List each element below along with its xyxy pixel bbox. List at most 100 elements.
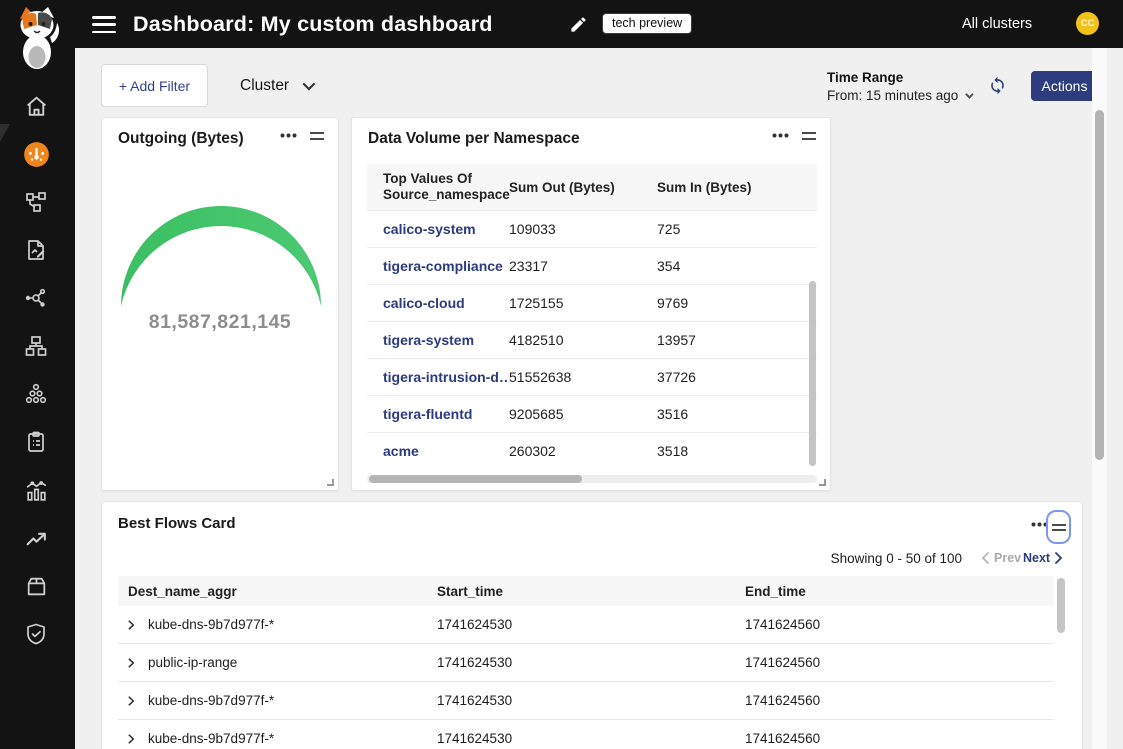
row-expand-chevron-icon[interactable] bbox=[124, 618, 138, 632]
sidebar-nav bbox=[0, 0, 75, 749]
sidebar-item-graph-nodes-icon[interactable] bbox=[20, 282, 52, 314]
chevron-down-icon bbox=[303, 78, 316, 91]
cluster-filter-dropdown[interactable]: Cluster bbox=[240, 64, 312, 107]
prev-chevron-icon bbox=[981, 552, 989, 564]
row-expand-chevron-icon[interactable] bbox=[124, 694, 138, 708]
namespace-link[interactable]: acme bbox=[367, 443, 509, 459]
table-row[interactable]: tigera-intrusion-d… 51552638 37726 bbox=[367, 358, 817, 395]
card-drag-handle-icon[interactable] bbox=[802, 132, 816, 140]
namespace-link[interactable]: tigera-compliance bbox=[367, 258, 509, 274]
dest-name: kube-dns-9b7d977f-* bbox=[148, 731, 274, 746]
time-range: Time Range From: 15 minutes ago bbox=[827, 70, 971, 103]
card-menu-icon[interactable] bbox=[280, 133, 297, 138]
sum-out-value: 1725155 bbox=[509, 295, 657, 311]
sidebar-item-topology-icon[interactable] bbox=[20, 186, 52, 218]
sidebar-item-cluster-nodes-icon[interactable] bbox=[20, 378, 52, 410]
row-expand-chevron-icon[interactable] bbox=[124, 656, 138, 670]
sum-in-value: 354 bbox=[657, 258, 817, 274]
time-range-value: From: 15 minutes ago bbox=[827, 88, 958, 103]
table-row[interactable]: tigera-fluentd 9205685 3516 bbox=[367, 395, 817, 432]
add-filter-button[interactable]: + Add Filter bbox=[101, 64, 208, 107]
row-expand-chevron-icon[interactable] bbox=[124, 732, 138, 746]
page-title: Dashboard: My custom dashboard bbox=[133, 0, 493, 48]
data-volume-table: Top Values Of Source_namespace Sum Out (… bbox=[367, 164, 817, 469]
data-volume-card: Data Volume per Namespace Top Values Of … bbox=[351, 117, 831, 491]
avatar[interactable]: CC bbox=[1076, 12, 1099, 35]
sum-out-value: 260302 bbox=[509, 443, 657, 459]
sidebar-item-bar-chart-icon[interactable] bbox=[20, 474, 52, 506]
column-header: Start_time bbox=[437, 584, 745, 599]
vertical-scrollbar-thumb[interactable] bbox=[1057, 578, 1065, 633]
pagination-next-button[interactable]: Next bbox=[1023, 551, 1063, 565]
table-row[interactable]: tigera-compliance 23317 354 bbox=[367, 247, 817, 284]
next-chevron-icon bbox=[1055, 552, 1063, 564]
prev-label: Prev bbox=[994, 551, 1021, 565]
calico-dashboard-screen: Dashboard: My custom dashboard tech prev… bbox=[0, 0, 1123, 749]
dest-name: public-ip-range bbox=[148, 655, 237, 670]
table-header-row: Top Values Of Source_namespace Sum Out (… bbox=[367, 164, 817, 210]
vertical-scrollbar-thumb[interactable] bbox=[809, 281, 816, 466]
table-row[interactable]: acme 260302 3518 bbox=[367, 432, 817, 469]
sidebar-item-clipboard-icon[interactable] bbox=[20, 426, 52, 458]
card-drag-handle-icon[interactable] bbox=[1046, 510, 1071, 544]
namespace-link[interactable]: tigera-system bbox=[367, 332, 509, 348]
table-row[interactable]: public-ip-range 1741624530 1741624560 bbox=[118, 644, 1054, 682]
cluster-filter-label: Cluster bbox=[240, 77, 289, 95]
start-time: 1741624530 bbox=[437, 693, 745, 708]
sum-in-value: 13957 bbox=[657, 332, 817, 348]
horizontal-scrollbar bbox=[367, 475, 817, 483]
hamburger-menu-icon[interactable] bbox=[92, 16, 116, 33]
sum-out-value: 9205685 bbox=[509, 406, 657, 422]
time-range-value-dropdown[interactable]: From: 15 minutes ago bbox=[827, 88, 971, 103]
card-drag-handle-icon[interactable] bbox=[310, 132, 324, 140]
column-header: Dest_name_aggr bbox=[118, 584, 437, 599]
edit-pencil-icon[interactable] bbox=[569, 15, 588, 39]
column-header: Top Values Of Source_namespace bbox=[367, 171, 509, 203]
sidebar-item-report-edit-icon[interactable] bbox=[20, 234, 52, 266]
namespace-link[interactable]: calico-system bbox=[367, 221, 509, 237]
column-header: Sum Out (Bytes) bbox=[509, 180, 657, 195]
namespace-link[interactable]: calico-cloud bbox=[367, 295, 509, 311]
sidebar-item-dashboard-gauge-icon[interactable] bbox=[20, 138, 52, 170]
table-row[interactable]: calico-system 109033 725 bbox=[367, 210, 817, 247]
next-label: Next bbox=[1023, 551, 1050, 565]
page-scrollbar bbox=[1092, 48, 1107, 749]
start-time: 1741624530 bbox=[437, 655, 745, 670]
sum-out-value: 51552638 bbox=[509, 369, 657, 385]
sum-out-value: 109033 bbox=[509, 221, 657, 237]
refresh-icon[interactable] bbox=[988, 76, 1007, 100]
sum-in-value: 3518 bbox=[657, 443, 817, 459]
table-row[interactable]: kube-dns-9b7d977f-* 1741624530 174162456… bbox=[118, 606, 1054, 644]
column-header: End_time bbox=[745, 584, 1054, 599]
gauge-arc bbox=[118, 203, 324, 309]
dest-name: kube-dns-9b7d977f-* bbox=[148, 693, 274, 708]
page-scrollbar-thumb[interactable] bbox=[1095, 110, 1104, 460]
card-resize-handle[interactable] bbox=[327, 479, 334, 486]
end-time: 1741624560 bbox=[745, 693, 1054, 708]
card-resize-handle[interactable] bbox=[819, 479, 826, 486]
pagination-prev-button[interactable]: Prev bbox=[981, 551, 1021, 565]
sum-in-value: 37726 bbox=[657, 369, 817, 385]
table-row[interactable]: kube-dns-9b7d977f-* 1741624530 174162456… bbox=[118, 720, 1054, 749]
horizontal-scrollbar-thumb[interactable] bbox=[369, 475, 582, 483]
namespace-link[interactable]: tigera-intrusion-d… bbox=[367, 369, 509, 385]
table-row[interactable]: tigera-system 4182510 13957 bbox=[367, 321, 817, 358]
best-flows-card: Best Flows Card Showing 0 - 50 of 100 Pr… bbox=[101, 501, 1083, 749]
sum-out-value: 4182510 bbox=[509, 332, 657, 348]
sidebar-item-trend-arrow-icon[interactable] bbox=[20, 522, 52, 554]
end-time: 1741624560 bbox=[745, 731, 1054, 746]
cluster-selector[interactable]: All clusters bbox=[962, 0, 1032, 48]
card-menu-icon[interactable] bbox=[772, 133, 789, 138]
outgoing-bytes-card: Outgoing (Bytes) 81,587,821,145 bbox=[101, 117, 339, 491]
namespace-link[interactable]: tigera-fluentd bbox=[367, 406, 509, 422]
start-time: 1741624530 bbox=[437, 731, 745, 746]
table-row[interactable]: calico-cloud 1725155 9769 bbox=[367, 284, 817, 321]
sum-in-value: 3516 bbox=[657, 406, 817, 422]
sidebar-item-shield-check-icon[interactable] bbox=[20, 618, 52, 650]
table-row[interactable]: kube-dns-9b7d977f-* 1741624530 174162456… bbox=[118, 682, 1054, 720]
sidebar-item-package-box-icon[interactable] bbox=[20, 570, 52, 602]
sidebar-item-home-icon[interactable] bbox=[20, 90, 52, 122]
sidebar-item-sitemap-icon[interactable] bbox=[20, 330, 52, 362]
actions-button[interactable]: Actions bbox=[1031, 71, 1098, 101]
column-header: Sum In (Bytes) bbox=[657, 180, 817, 195]
